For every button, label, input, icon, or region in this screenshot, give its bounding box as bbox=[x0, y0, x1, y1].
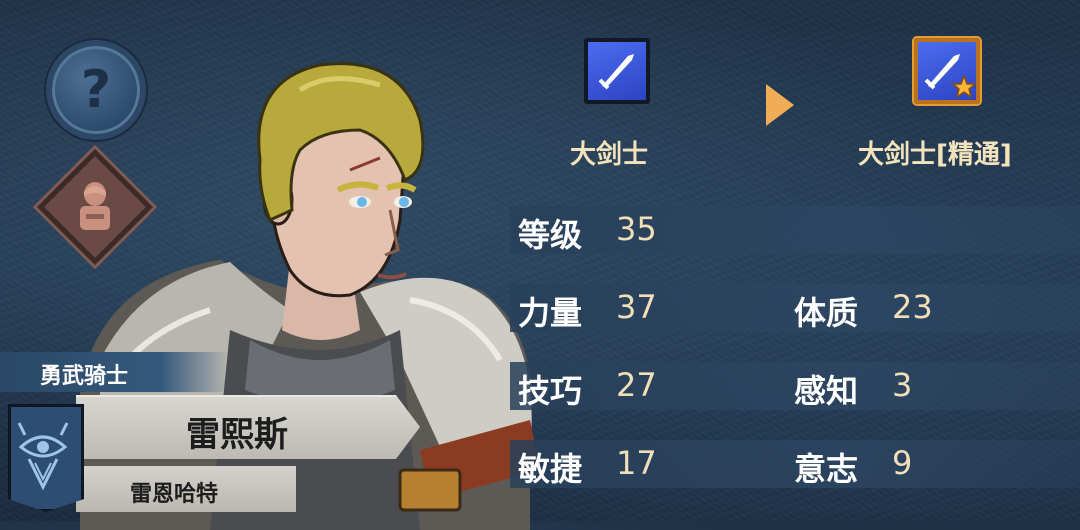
stat-label-perception: 感知 bbox=[794, 372, 859, 410]
character-origin-plate: 雷恩哈特 bbox=[76, 466, 296, 512]
stat-row-level bbox=[510, 206, 1080, 254]
stat-value-level: 35 bbox=[616, 210, 657, 248]
class-current-label: 大剑士 bbox=[570, 140, 649, 170]
character-title-strip: 勇武骑士 bbox=[0, 352, 230, 392]
eye-crest-icon bbox=[17, 422, 69, 491]
character-name: 雷熙斯 bbox=[186, 415, 288, 455]
character-name-plate: 雷熙斯 bbox=[76, 395, 420, 459]
stat-label-skill: 技巧 bbox=[518, 372, 583, 410]
class-next-icon[interactable] bbox=[914, 38, 980, 104]
character-origin: 雷恩哈特 bbox=[130, 482, 219, 507]
sword-star-icon bbox=[924, 54, 978, 99]
character-title: 勇武骑士 bbox=[40, 364, 129, 389]
stat-value-skill: 27 bbox=[616, 366, 657, 404]
stat-label-agility: 敏捷 bbox=[518, 450, 583, 488]
stat-value-will: 9 bbox=[892, 444, 913, 482]
stat-label-strength: 力量 bbox=[518, 294, 583, 332]
stat-value-perception: 3 bbox=[892, 366, 913, 404]
sword-icon bbox=[598, 54, 634, 90]
arrow-right-icon bbox=[766, 84, 794, 126]
stat-label-will: 意志 bbox=[794, 450, 859, 488]
class-current-icon[interactable] bbox=[584, 38, 650, 104]
class-next-label: 大剑士[精通] bbox=[858, 140, 1012, 170]
stat-value-strength: 37 bbox=[616, 288, 657, 326]
stat-value-constitution: 23 bbox=[892, 288, 933, 326]
stat-label-constitution: 体质 bbox=[794, 294, 859, 332]
stat-value-agility: 17 bbox=[616, 444, 657, 482]
faction-banner bbox=[8, 404, 84, 512]
stat-label-level: 等级 bbox=[518, 216, 583, 254]
